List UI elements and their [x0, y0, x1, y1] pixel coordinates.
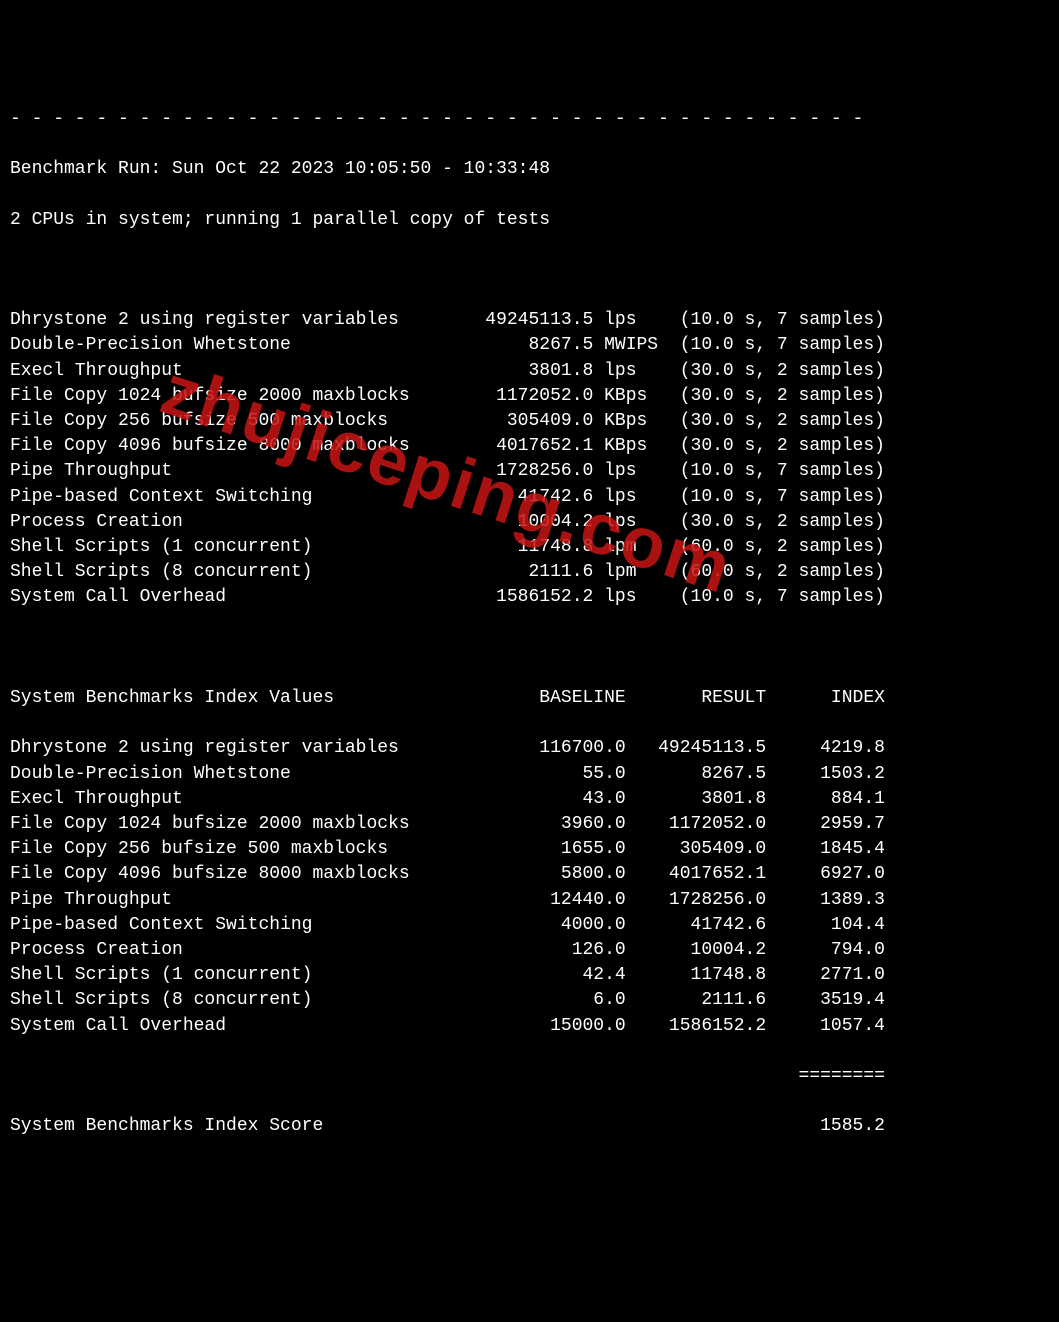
index-row: Pipe-based Context Switching 4000.0 4174…	[10, 913, 1049, 938]
test-row: Pipe-based Context Switching 41742.6 lps…	[10, 485, 1049, 510]
index-row: Execl Throughput 43.0 3801.8 884.1	[10, 787, 1049, 812]
test-row: Double-Precision Whetstone 8267.5 MWIPS …	[10, 333, 1049, 358]
index-row: Shell Scripts (1 concurrent) 42.4 11748.…	[10, 963, 1049, 988]
test-row: System Call Overhead 1586152.2 lps (10.0…	[10, 585, 1049, 610]
index-row: File Copy 256 bufsize 500 maxblocks 1655…	[10, 837, 1049, 862]
test-row: Shell Scripts (1 concurrent) 11748.8 lpm…	[10, 535, 1049, 560]
separator-line: - - - - - - - - - - - - - - - - - - - - …	[10, 107, 1049, 132]
test-row: Pipe Throughput 1728256.0 lps (10.0 s, 7…	[10, 459, 1049, 484]
index-row: System Call Overhead 15000.0 1586152.2 1…	[10, 1014, 1049, 1039]
test-row: Process Creation 10004.2 lps (30.0 s, 2 …	[10, 510, 1049, 535]
test-row: Shell Scripts (8 concurrent) 2111.6 lpm …	[10, 560, 1049, 585]
index-block: Dhrystone 2 using register variables 116…	[10, 736, 1049, 1038]
tests-block: Dhrystone 2 using register variables 492…	[10, 308, 1049, 610]
test-row: Dhrystone 2 using register variables 492…	[10, 308, 1049, 333]
test-row: File Copy 256 bufsize 500 maxblocks 3054…	[10, 409, 1049, 434]
index-row: Double-Precision Whetstone 55.0 8267.5 1…	[10, 762, 1049, 787]
index-row: Pipe Throughput 12440.0 1728256.0 1389.3	[10, 888, 1049, 913]
cpu-info-line: 2 CPUs in system; running 1 parallel cop…	[10, 208, 1049, 233]
index-row: Shell Scripts (8 concurrent) 6.0 2111.6 …	[10, 988, 1049, 1013]
score-separator-line: ========	[10, 1064, 1049, 1089]
index-header-line: System Benchmarks Index Values BASELINE …	[10, 686, 1049, 711]
test-row: Execl Throughput 3801.8 lps (30.0 s, 2 s…	[10, 359, 1049, 384]
benchmark-run-line: Benchmark Run: Sun Oct 22 2023 10:05:50 …	[10, 157, 1049, 182]
test-row: File Copy 4096 bufsize 8000 maxblocks 40…	[10, 434, 1049, 459]
test-row: File Copy 1024 bufsize 2000 maxblocks 11…	[10, 384, 1049, 409]
index-row: Dhrystone 2 using register variables 116…	[10, 736, 1049, 761]
final-score-line: System Benchmarks Index Score 1585.2	[10, 1114, 1049, 1139]
index-row: File Copy 1024 bufsize 2000 maxblocks 39…	[10, 812, 1049, 837]
index-row: File Copy 4096 bufsize 8000 maxblocks 58…	[10, 862, 1049, 887]
blank-line	[10, 258, 1049, 283]
blank-line	[10, 636, 1049, 661]
